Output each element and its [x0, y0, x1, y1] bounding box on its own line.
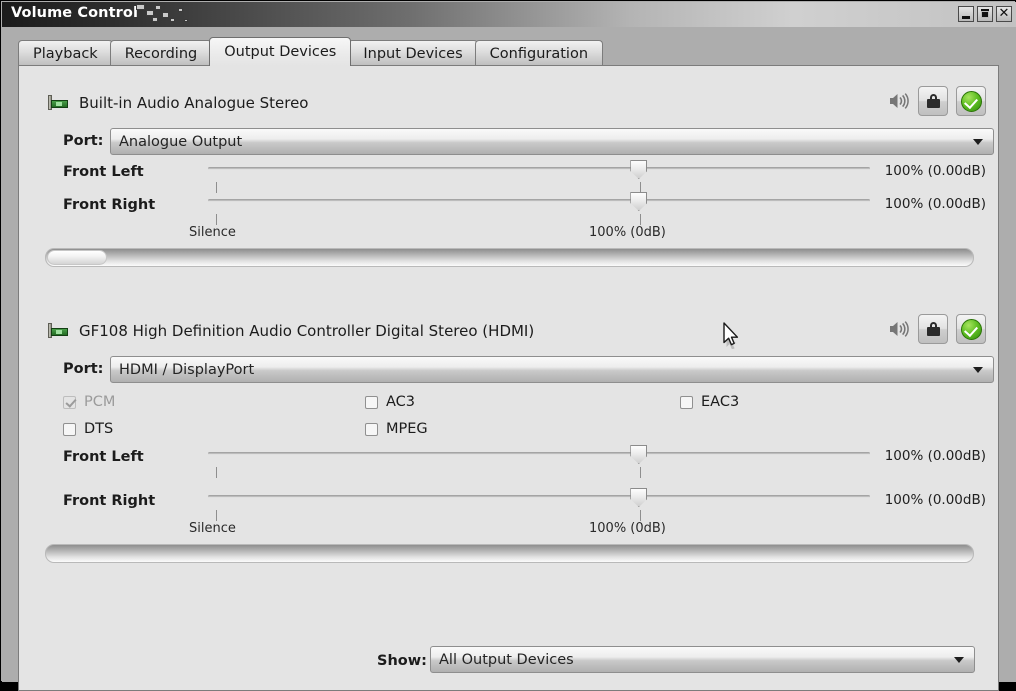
slider-track: [208, 495, 870, 498]
lock-icon: [927, 94, 940, 108]
port-select-value: HDMI / DisplayPort: [119, 362, 254, 378]
checkbox-mpeg[interactable]: MPEG: [365, 421, 428, 437]
window-controls: [958, 6, 1012, 22]
checkbox-box: [63, 396, 76, 409]
output-devices-panel: Built-in Audio Analogue Stereo: [18, 65, 999, 691]
scale-label-silence: Silence: [189, 521, 236, 536]
scale-tick-min-left: [216, 467, 217, 478]
close-button[interactable]: [996, 6, 1012, 22]
scale-label-max: 100% (0dB): [589, 225, 666, 240]
green-check-icon: [961, 319, 982, 340]
scale-tick-max-right: [640, 214, 641, 225]
checkbox-label: PCM: [84, 394, 115, 410]
channel-label-front-left: Front Left: [63, 164, 144, 180]
minimize-button[interactable]: [958, 6, 974, 22]
device-title: Built-in Audio Analogue Stereo: [79, 94, 308, 112]
slider-handle[interactable]: [630, 160, 647, 179]
set-default-device-button[interactable]: [956, 86, 986, 116]
channel-label-front-right: Front Right: [63, 493, 155, 509]
show-filter-value: All Output Devices: [439, 652, 574, 668]
tab-playback[interactable]: Playback: [18, 40, 113, 66]
checkbox-label: DTS: [84, 421, 113, 437]
checkbox-box[interactable]: [63, 423, 76, 436]
checkbox-label: EAC3: [701, 394, 739, 410]
title-bar[interactable]: Volume Control: [2, 2, 1016, 27]
tab-recording[interactable]: Recording: [110, 40, 213, 66]
green-check-icon: [961, 91, 982, 112]
volume-control-window: Volume Control Playback Recording Output…: [0, 0, 1016, 682]
volume-value-front-left: 100% (0.00dB): [846, 163, 986, 179]
port-label: Port:: [63, 361, 103, 377]
speaker-icon[interactable]: [888, 92, 910, 110]
slider-track: [208, 452, 870, 455]
slider-track: [208, 199, 870, 202]
checkbox-pcm: PCM: [63, 394, 115, 410]
checkbox-ac3[interactable]: AC3: [365, 394, 415, 410]
tab-input-devices[interactable]: Input Devices: [348, 40, 477, 66]
maximize-button[interactable]: [977, 6, 993, 22]
port-label: Port:: [63, 133, 103, 149]
chevron-down-icon: [973, 139, 983, 145]
lock-icon: [927, 322, 940, 336]
checkbox-label: AC3: [386, 394, 415, 410]
set-default-device-button[interactable]: [956, 314, 986, 344]
device-header: Built-in Audio Analogue Stereo: [47, 92, 308, 114]
sound-card-icon: [47, 323, 69, 339]
channel-label-front-right: Front Right: [63, 197, 155, 213]
volume-slider-front-right[interactable]: [208, 488, 870, 506]
device-actions: [888, 86, 986, 116]
peak-meter: [45, 248, 974, 267]
device-header: GF108 High Definition Audio Controller D…: [47, 320, 534, 342]
checkbox-dts[interactable]: DTS: [63, 421, 113, 437]
volume-value-front-left: 100% (0.00dB): [846, 448, 986, 464]
tab-configuration[interactable]: Configuration: [475, 40, 603, 66]
checkbox-eac3[interactable]: EAC3: [680, 394, 739, 410]
lock-volume-button[interactable]: [918, 314, 948, 344]
show-filter-select[interactable]: All Output Devices: [430, 646, 975, 673]
port-row: Port: Analogue Output: [19, 128, 1000, 155]
volume-slider-front-left[interactable]: [208, 160, 870, 178]
slider-track: [208, 167, 870, 170]
port-select[interactable]: Analogue Output: [110, 128, 994, 155]
checkbox-box[interactable]: [365, 423, 378, 436]
checkbox-box[interactable]: [365, 396, 378, 409]
scale-label-max: 100% (0dB): [589, 521, 666, 536]
codec-checkbox-group: PCM AC3 EAC3 DTS: [19, 394, 1000, 450]
port-row: Port: HDMI / DisplayPort: [19, 356, 1000, 383]
scale-tick-min-right: [216, 510, 217, 521]
checkbox-box[interactable]: [680, 396, 693, 409]
channel-label-front-left: Front Left: [63, 449, 144, 465]
port-select[interactable]: HDMI / DisplayPort: [110, 356, 994, 383]
slider-handle[interactable]: [630, 192, 647, 211]
sound-card-icon: [47, 95, 69, 111]
tab-output-devices[interactable]: Output Devices: [209, 37, 351, 66]
volume-value-front-right: 100% (0.00dB): [846, 196, 986, 212]
tab-strip: Playback Recording Output Devices Input …: [18, 38, 600, 66]
client-area: Playback Recording Output Devices Input …: [2, 27, 1016, 682]
volume-slider-front-left[interactable]: [208, 445, 870, 463]
lock-volume-button[interactable]: [918, 86, 948, 116]
scale-tick-min-right: [216, 214, 217, 225]
peak-meter-fill: [47, 250, 107, 265]
peak-meter: [45, 544, 974, 563]
speaker-icon[interactable]: [888, 320, 910, 338]
scale-tick-max-right: [640, 510, 641, 521]
slider-handle[interactable]: [630, 488, 647, 507]
volume-value-front-right: 100% (0.00dB): [846, 492, 986, 508]
titlebar-decoration: [132, 2, 202, 27]
device-actions: [888, 314, 986, 344]
window-title: Volume Control: [11, 5, 138, 21]
chevron-down-icon: [973, 367, 983, 373]
device-card-hdmi-audio: GF108 High Definition Audio Controller D…: [19, 320, 1000, 640]
device-title: GF108 High Definition Audio Controller D…: [79, 322, 534, 340]
scale-label-silence: Silence: [189, 225, 236, 240]
port-select-value: Analogue Output: [119, 134, 242, 150]
chevron-down-icon: [954, 657, 964, 663]
slider-handle[interactable]: [630, 445, 647, 464]
checkbox-label: MPEG: [386, 421, 428, 437]
device-card-builtin-audio: Built-in Audio Analogue Stereo: [19, 92, 1000, 322]
show-label: Show:: [377, 653, 427, 669]
volume-slider-front-right[interactable]: [208, 192, 870, 210]
scale-tick-max-left: [640, 467, 641, 478]
